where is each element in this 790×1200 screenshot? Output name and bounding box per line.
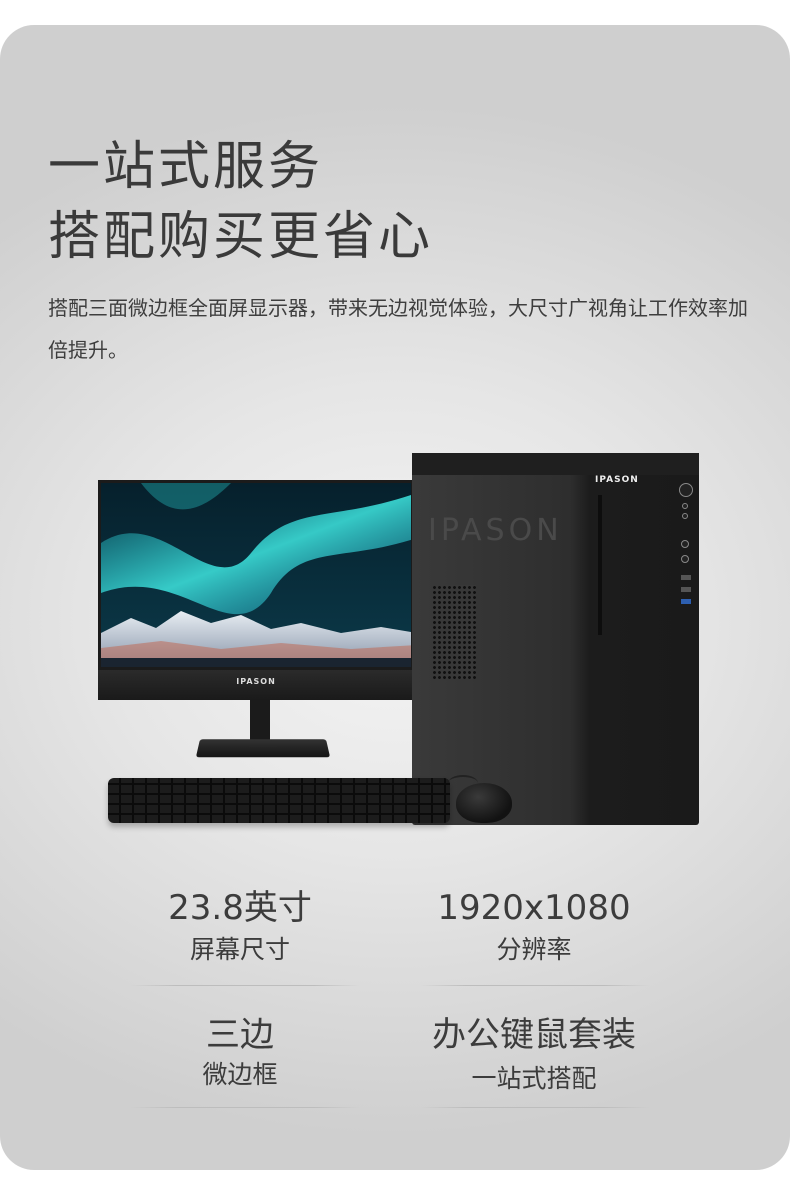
reset-button-icon: [682, 513, 688, 519]
spec-screen-size-value: 23.8英寸: [168, 888, 312, 928]
divider: [420, 985, 650, 986]
headline-line-1: 一站式服务: [48, 137, 324, 197]
promo-card: 一站式服务 搭配购买更省心 搭配三面微边框全面屏显示器，带来无边视觉体验，大尺寸…: [0, 25, 790, 1170]
usb3-port-icon: [681, 599, 691, 604]
led-indicator-icon: [682, 503, 688, 509]
headline-line-2: 搭配购买更省心: [48, 207, 434, 267]
monitor-stand-base: [195, 739, 331, 758]
power-button-icon: [679, 483, 693, 497]
spec-peripherals-value: 办公键鼠套装: [432, 1015, 636, 1055]
mouse: [456, 783, 512, 823]
divider: [130, 1107, 360, 1108]
keyboard: [108, 778, 450, 823]
divider: [130, 985, 360, 986]
tower-brand-logo: IPASON: [595, 475, 639, 485]
spec-peripherals-label: 一站式搭配: [471, 1064, 597, 1093]
product-illustration: IPASON IPASON IPASON: [0, 425, 790, 865]
pc-tower-top: [412, 453, 699, 475]
spec-bezel-value: 三边: [206, 1015, 274, 1055]
tower-embossed-logo: IPASON: [428, 513, 563, 548]
spec-resolution-label: 分辨率: [496, 935, 572, 964]
spec-resolution-value: 1920x1080: [437, 888, 631, 928]
spec-screen-size-label: 屏幕尺寸: [189, 935, 290, 964]
divider: [420, 1107, 650, 1108]
spec-bezel-label: 微边框: [202, 1060, 278, 1089]
audio-port-icon: [681, 540, 689, 548]
mic-port-icon: [681, 555, 689, 563]
description-text: 搭配三面微边框全面屏显示器，带来无边视觉体验，大尺寸广视角让工作效率加倍提升。: [48, 296, 748, 362]
monitor-brand-logo: IPASON: [236, 677, 276, 686]
tower-front-slot: [598, 495, 602, 635]
aurora-wallpaper-image: [101, 483, 411, 667]
monitor-screen: [98, 480, 414, 670]
usb-port-icon: [681, 575, 691, 580]
tower-vent-grille: [432, 585, 476, 679]
usb-port-icon: [681, 587, 691, 592]
